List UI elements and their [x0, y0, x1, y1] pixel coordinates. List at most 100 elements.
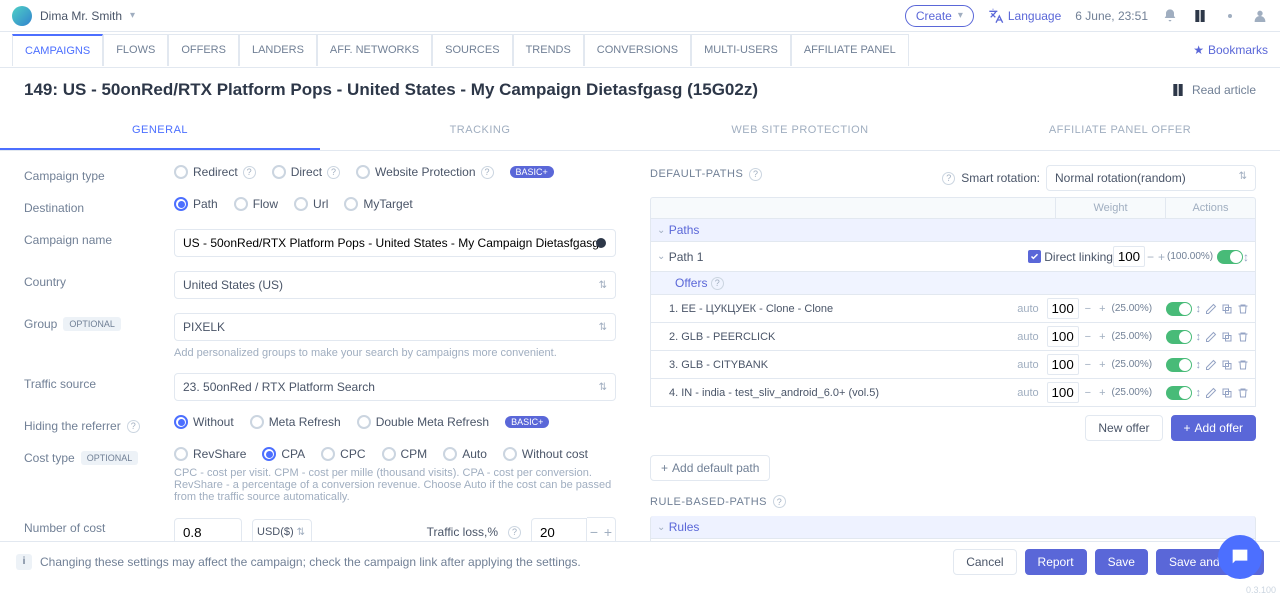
- tab-aff-networks[interactable]: AFF. NETWORKS: [317, 34, 432, 66]
- language-button[interactable]: Language: [988, 8, 1061, 24]
- weight-input[interactable]: [1047, 382, 1079, 403]
- book-icon[interactable]: [1192, 8, 1208, 24]
- bell-icon[interactable]: [1162, 8, 1178, 24]
- radio-cpa[interactable]: CPA: [262, 447, 305, 461]
- chevron-down-icon[interactable]: ⌄: [657, 251, 665, 262]
- direct-linking-checkbox[interactable]: [1028, 250, 1041, 263]
- chevron-down-icon[interactable]: ⌄: [657, 225, 665, 236]
- weight-input[interactable]: [1047, 298, 1079, 319]
- chat-button[interactable]: [1218, 535, 1262, 579]
- minus-icon[interactable]: −: [1083, 331, 1093, 343]
- weight-input[interactable]: [1113, 246, 1145, 267]
- radio-revshare[interactable]: RevShare: [174, 447, 246, 461]
- help-icon[interactable]: ?: [243, 166, 256, 179]
- chevron-down-icon[interactable]: ⌄: [657, 522, 665, 533]
- copy-icon[interactable]: [1221, 359, 1233, 371]
- trash-icon[interactable]: [1237, 303, 1249, 315]
- plus-icon[interactable]: +: [1156, 250, 1167, 264]
- copy-icon[interactable]: [1221, 303, 1233, 315]
- tab-trends[interactable]: TRENDS: [513, 34, 584, 66]
- rotation-select[interactable]: Normal rotation(random)⇅: [1046, 165, 1256, 191]
- toggle[interactable]: [1166, 330, 1192, 344]
- user-icon[interactable]: [1252, 8, 1268, 24]
- user-name[interactable]: Dima Mr. Smith: [40, 9, 122, 23]
- radio-url[interactable]: Url: [294, 197, 328, 211]
- tab-conversions[interactable]: CONVERSIONS: [584, 34, 691, 66]
- copy-icon[interactable]: [1221, 387, 1233, 399]
- help-icon[interactable]: ?: [773, 495, 786, 508]
- help-icon[interactable]: ?: [481, 166, 494, 179]
- help-icon[interactable]: ?: [127, 420, 140, 433]
- radio-redirect[interactable]: Redirect?: [174, 165, 256, 179]
- toggle[interactable]: [1166, 302, 1192, 316]
- minus-icon[interactable]: −: [1083, 303, 1093, 315]
- traffic-source-select[interactable]: 23. 50onRed / RTX Platform Search⇅: [174, 373, 616, 401]
- tab-offers[interactable]: OFFERS: [168, 34, 239, 66]
- trash-icon[interactable]: [1237, 387, 1249, 399]
- toggle[interactable]: [1217, 250, 1243, 264]
- sort-icon[interactable]: ↕: [1196, 303, 1202, 315]
- plus-icon[interactable]: +: [1097, 359, 1107, 371]
- trash-icon[interactable]: [1237, 359, 1249, 371]
- radio-website-protection[interactable]: Website Protection?: [356, 165, 494, 179]
- traffic-loss-input[interactable]: [531, 518, 587, 542]
- tab-flows[interactable]: FLOWS: [103, 34, 168, 66]
- edit-icon[interactable]: [1205, 303, 1217, 315]
- toggle[interactable]: [1166, 358, 1192, 372]
- subtab-tracking[interactable]: TRACKING: [320, 112, 640, 150]
- avatar[interactable]: [12, 6, 32, 26]
- radio-double-meta-refresh[interactable]: Double Meta Refresh: [357, 415, 489, 429]
- sort-icon[interactable]: ↕: [1243, 250, 1249, 264]
- plus-icon[interactable]: +: [1097, 331, 1107, 343]
- copy-icon[interactable]: [1221, 331, 1233, 343]
- plus-icon[interactable]: +: [1097, 387, 1107, 399]
- add-default-path-button[interactable]: +Add default path: [650, 455, 770, 481]
- edit-icon[interactable]: [1205, 331, 1217, 343]
- tab-sources[interactable]: SOURCES: [432, 34, 512, 66]
- radio-direct[interactable]: Direct?: [272, 165, 340, 179]
- radio-flow[interactable]: Flow: [234, 197, 278, 211]
- help-icon[interactable]: ?: [711, 277, 724, 290]
- tab-multi-users[interactable]: MULTI-USERS: [691, 34, 791, 66]
- currency-select[interactable]: USD($)⇅: [252, 519, 312, 541]
- sort-icon[interactable]: ↕: [1196, 331, 1202, 343]
- radio-path[interactable]: Path: [174, 197, 218, 211]
- help-icon[interactable]: ?: [942, 172, 955, 185]
- radio-cpm[interactable]: CPM: [382, 447, 428, 461]
- save-button[interactable]: Save: [1095, 549, 1148, 575]
- help-icon[interactable]: ?: [508, 526, 521, 539]
- group-select[interactable]: PIXELK⇅: [174, 313, 616, 341]
- bookmarks-link[interactable]: ★ Bookmarks: [1193, 43, 1268, 57]
- read-article-link[interactable]: Read article: [1170, 82, 1256, 98]
- number-cost-input[interactable]: [174, 518, 242, 542]
- radio-without-cost[interactable]: Without cost: [503, 447, 588, 461]
- subtab-web-protection[interactable]: WEB SITE PROTECTION: [640, 112, 960, 150]
- subtab-general[interactable]: GENERAL: [0, 112, 320, 150]
- edit-icon[interactable]: [1205, 387, 1217, 399]
- radio-without[interactable]: Without: [174, 415, 234, 429]
- radio-auto[interactable]: Auto: [443, 447, 487, 461]
- edit-icon[interactable]: [1205, 359, 1217, 371]
- tab-affiliate-panel[interactable]: AFFILIATE PANEL: [791, 34, 909, 66]
- gear-icon[interactable]: [1222, 8, 1238, 24]
- radio-mytarget[interactable]: MyTarget: [344, 197, 412, 211]
- minus-button[interactable]: −: [587, 518, 601, 541]
- subtab-affiliate-offer[interactable]: AFFILIATE PANEL OFFER: [960, 112, 1280, 150]
- minus-icon[interactable]: −: [1083, 359, 1093, 371]
- radio-meta-refresh[interactable]: Meta Refresh: [250, 415, 341, 429]
- radio-cpc[interactable]: CPC: [321, 447, 365, 461]
- chevron-down-icon[interactable]: ▾: [130, 10, 135, 21]
- toggle[interactable]: [1166, 386, 1192, 400]
- help-icon[interactable]: ?: [327, 166, 340, 179]
- report-button[interactable]: Report: [1025, 549, 1087, 575]
- tab-campaigns[interactable]: CAMPAIGNS: [12, 34, 103, 66]
- minus-icon[interactable]: −: [1145, 250, 1156, 264]
- add-offer-button[interactable]: +Add offer: [1171, 415, 1257, 441]
- trash-icon[interactable]: [1237, 331, 1249, 343]
- weight-input[interactable]: [1047, 326, 1079, 347]
- help-icon[interactable]: ?: [749, 168, 762, 181]
- create-button[interactable]: Create ▾: [905, 5, 974, 27]
- cancel-button[interactable]: Cancel: [953, 549, 1016, 575]
- sort-icon[interactable]: ↕: [1196, 387, 1202, 399]
- tab-landers[interactable]: LANDERS: [239, 34, 317, 66]
